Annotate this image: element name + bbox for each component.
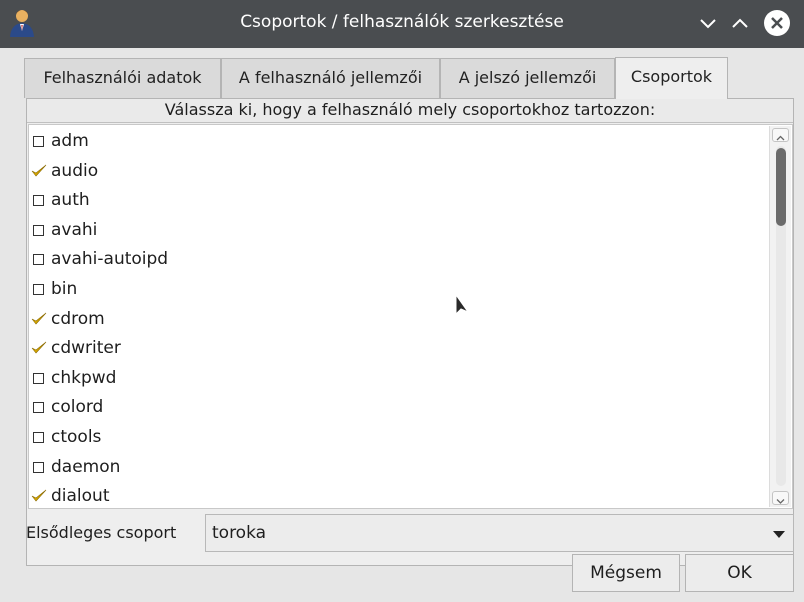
checkbox-icon[interactable] [33,224,44,236]
group-item-label: cdwriter [51,338,121,359]
group-item-ctools[interactable]: ctools [29,423,769,453]
group-item-chkpwd[interactable]: chkpwd [29,364,769,394]
group-item-auth[interactable]: auth [29,186,769,216]
checkmark-icon[interactable] [31,489,47,503]
title-bar[interactable]: Csoportok / felhasználók szerkesztése [0,0,804,48]
group-item-avahi[interactable]: avahi [29,216,769,246]
tab-user-properties[interactable]: A felhasználó jellemzői [221,58,440,98]
chevron-down-icon [776,499,785,504]
group-item-label: colord [51,397,104,418]
group-item-label: avahi-autoipd [51,249,169,270]
window-title: Csoportok / felhasználók szerkesztése [240,12,564,32]
group-item-avahi-autoipd[interactable]: avahi-autoipd [29,245,769,275]
groups-list[interactable]: adm audio auth avahi avahi-autoipd bin cdrom cd… [28,124,793,509]
chevron-up-icon[interactable] [726,10,754,38]
groups-panel: Válassza ki, hogy a felhasználó mely cso… [26,98,794,566]
checkbox-icon[interactable] [33,283,44,295]
group-item-label: dialout [51,486,110,507]
group-items: adm audio auth avahi avahi-autoipd bin cdrom cd… [29,127,769,508]
scroll-down-button[interactable] [772,491,789,505]
group-item-audio[interactable]: audio [29,157,769,187]
group-item-label: avahi [51,219,98,240]
checkmark-icon[interactable] [31,312,47,326]
dialog-body: Felhasználói adatok A felhasználó jellem… [18,48,794,602]
close-icon[interactable] [762,8,792,38]
cancel-button[interactable]: Mégsem [572,554,680,592]
checkbox-icon[interactable] [33,254,44,266]
group-item-cdrom[interactable]: cdrom [29,305,769,335]
dropdown-arrow-icon [773,531,785,538]
checkmark-icon[interactable] [31,164,47,178]
group-item-colord[interactable]: colord [29,393,769,423]
group-item-cdwriter[interactable]: cdwriter [29,334,769,364]
checkbox-icon[interactable] [33,136,44,147]
groups-prompt: Válassza ki, hogy a felhasználó mely cso… [27,99,793,123]
checkbox-icon[interactable] [33,461,44,473]
tab-password-properties[interactable]: A jelszó jellemzői [440,58,615,98]
group-item-label: daemon [51,456,121,477]
checkbox-icon[interactable] [33,431,44,443]
group-item-label: audio [51,160,99,181]
scroll-thumb[interactable] [776,148,786,226]
checkmark-icon[interactable] [31,341,47,355]
ok-button[interactable]: OK [685,554,794,592]
group-item-bin[interactable]: bin [29,275,769,305]
group-item-label: auth [51,190,90,211]
group-item-label: ctools [51,426,102,447]
chevron-down-icon[interactable] [694,10,722,38]
group-item-adm[interactable]: adm [29,127,769,157]
mouse-pointer-icon [455,294,470,316]
tab-groups[interactable]: Csoportok [615,57,728,99]
primary-group-value: toroka [212,523,267,543]
tab-user-data[interactable]: Felhasználói adatok [24,58,221,98]
group-item-label: adm [51,131,89,151]
chevron-up-icon [776,135,785,141]
group-item-label: cdrom [51,308,105,329]
scrollbar[interactable] [769,126,791,507]
group-item-dialout[interactable]: dialout [29,482,769,508]
checkbox-icon[interactable] [33,402,44,414]
checkbox-icon[interactable] [33,195,44,207]
scroll-up-button[interactable] [772,128,789,142]
primary-group-label: Elsődleges csoport [26,523,177,542]
group-item-label: bin [51,278,78,299]
group-item-label: chkpwd [51,367,117,388]
checkbox-icon[interactable] [33,372,44,384]
primary-group-select[interactable]: toroka [205,514,794,552]
primary-group-row: Elsődleges csoport toroka [26,514,794,552]
group-item-daemon[interactable]: daemon [29,453,769,483]
